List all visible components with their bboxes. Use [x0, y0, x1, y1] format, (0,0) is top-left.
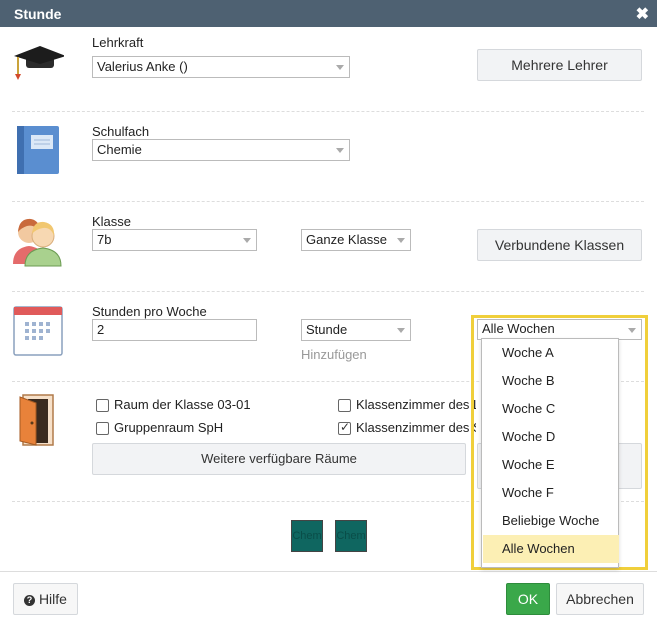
- subject-select-value: Chemie: [97, 142, 142, 157]
- subject-label: Schulfach: [92, 124, 150, 139]
- room-option-label: Klassenzimmer des S: [356, 420, 476, 435]
- calendar-icon: [13, 306, 63, 356]
- divider: [12, 111, 644, 112]
- room-option-label: Klassenzimmer des L: [356, 397, 476, 412]
- ok-button[interactable]: OK: [506, 583, 550, 615]
- week-option[interactable]: Woche E: [483, 451, 619, 479]
- room-checkbox-student[interactable]: [338, 420, 351, 435]
- cancel-button[interactable]: Abbrechen: [556, 583, 644, 615]
- divider: [12, 291, 644, 292]
- teacher-label: Lehrkraft: [92, 35, 144, 50]
- week-option[interactable]: Woche A: [483, 339, 619, 367]
- class-select-value: 7b: [97, 232, 112, 247]
- teacher-select[interactable]: Valerius Anke (): [92, 56, 350, 78]
- hours-unit-select[interactable]: Stunde: [301, 319, 411, 341]
- footer-divider: [0, 571, 657, 572]
- subject-select[interactable]: Chemie: [92, 139, 350, 161]
- people-icon: [13, 218, 62, 267]
- room-checkbox-class[interactable]: [96, 399, 109, 412]
- chevron-down-icon: [336, 148, 344, 153]
- hours-unit-select-value: Stunde: [306, 322, 348, 337]
- class-group-select[interactable]: Ganze Klasse: [301, 229, 411, 251]
- add-link[interactable]: Hinzufügen: [301, 347, 367, 362]
- week-option[interactable]: Beliebige Woche: [483, 507, 619, 535]
- lesson-dialog: Stunde ✖ Lehrkraft Valerius Anke () Mehr…: [0, 0, 657, 625]
- hours-label: Stunden pro Woche: [92, 304, 207, 319]
- question-icon: ?: [24, 594, 36, 606]
- chevron-down-icon: [397, 328, 405, 333]
- book-icon: [17, 126, 59, 174]
- help-button-label: Hilfe: [38, 591, 67, 607]
- more-rooms-button[interactable]: Weitere verfügbare Räume: [92, 443, 466, 475]
- class-group-select-value: Ganze Klasse: [306, 232, 387, 247]
- week-option[interactable]: Woche B: [483, 367, 619, 395]
- multiple-teachers-button[interactable]: Mehrere Lehrer: [477, 49, 642, 81]
- lesson-chip[interactable]: Chem: [335, 520, 367, 552]
- room-checkbox-group[interactable]: [96, 422, 109, 435]
- class-label: Klasse: [92, 214, 132, 229]
- room-checkbox-teacher[interactable]: [338, 399, 351, 412]
- close-icon[interactable]: ✖: [636, 4, 649, 24]
- week-option[interactable]: Woche C: [483, 395, 619, 423]
- room-option-label: Raum der Klasse 03-01: [114, 397, 251, 412]
- chevron-down-icon: [243, 238, 251, 243]
- hours-per-week-input[interactable]: 2: [92, 319, 257, 341]
- linked-classes-button[interactable]: Verbundene Klassen: [477, 229, 642, 261]
- room-option-label: Gruppenraum SpH: [114, 420, 224, 435]
- chevron-down-icon: [397, 238, 405, 243]
- dialog-titlebar: Stunde ✖: [0, 0, 657, 27]
- class-select[interactable]: 7b: [92, 229, 257, 251]
- chevron-down-icon: [336, 65, 344, 70]
- help-button[interactable]: ? Hilfe: [13, 583, 78, 615]
- week-option-selected[interactable]: Alle Wochen: [483, 535, 619, 563]
- door-icon: [19, 394, 54, 446]
- teacher-select-value: Valerius Anke (): [97, 59, 188, 74]
- week-dropdown-list: Woche A Woche B Woche C Woche D Woche E …: [481, 338, 619, 568]
- week-option[interactable]: Woche D: [483, 423, 619, 451]
- graduation-cap-icon: [14, 46, 64, 80]
- week-option[interactable]: Woche F: [483, 479, 619, 507]
- lesson-chip[interactable]: Chem: [291, 520, 323, 552]
- dialog-title: Stunde: [14, 6, 62, 22]
- divider: [12, 201, 644, 202]
